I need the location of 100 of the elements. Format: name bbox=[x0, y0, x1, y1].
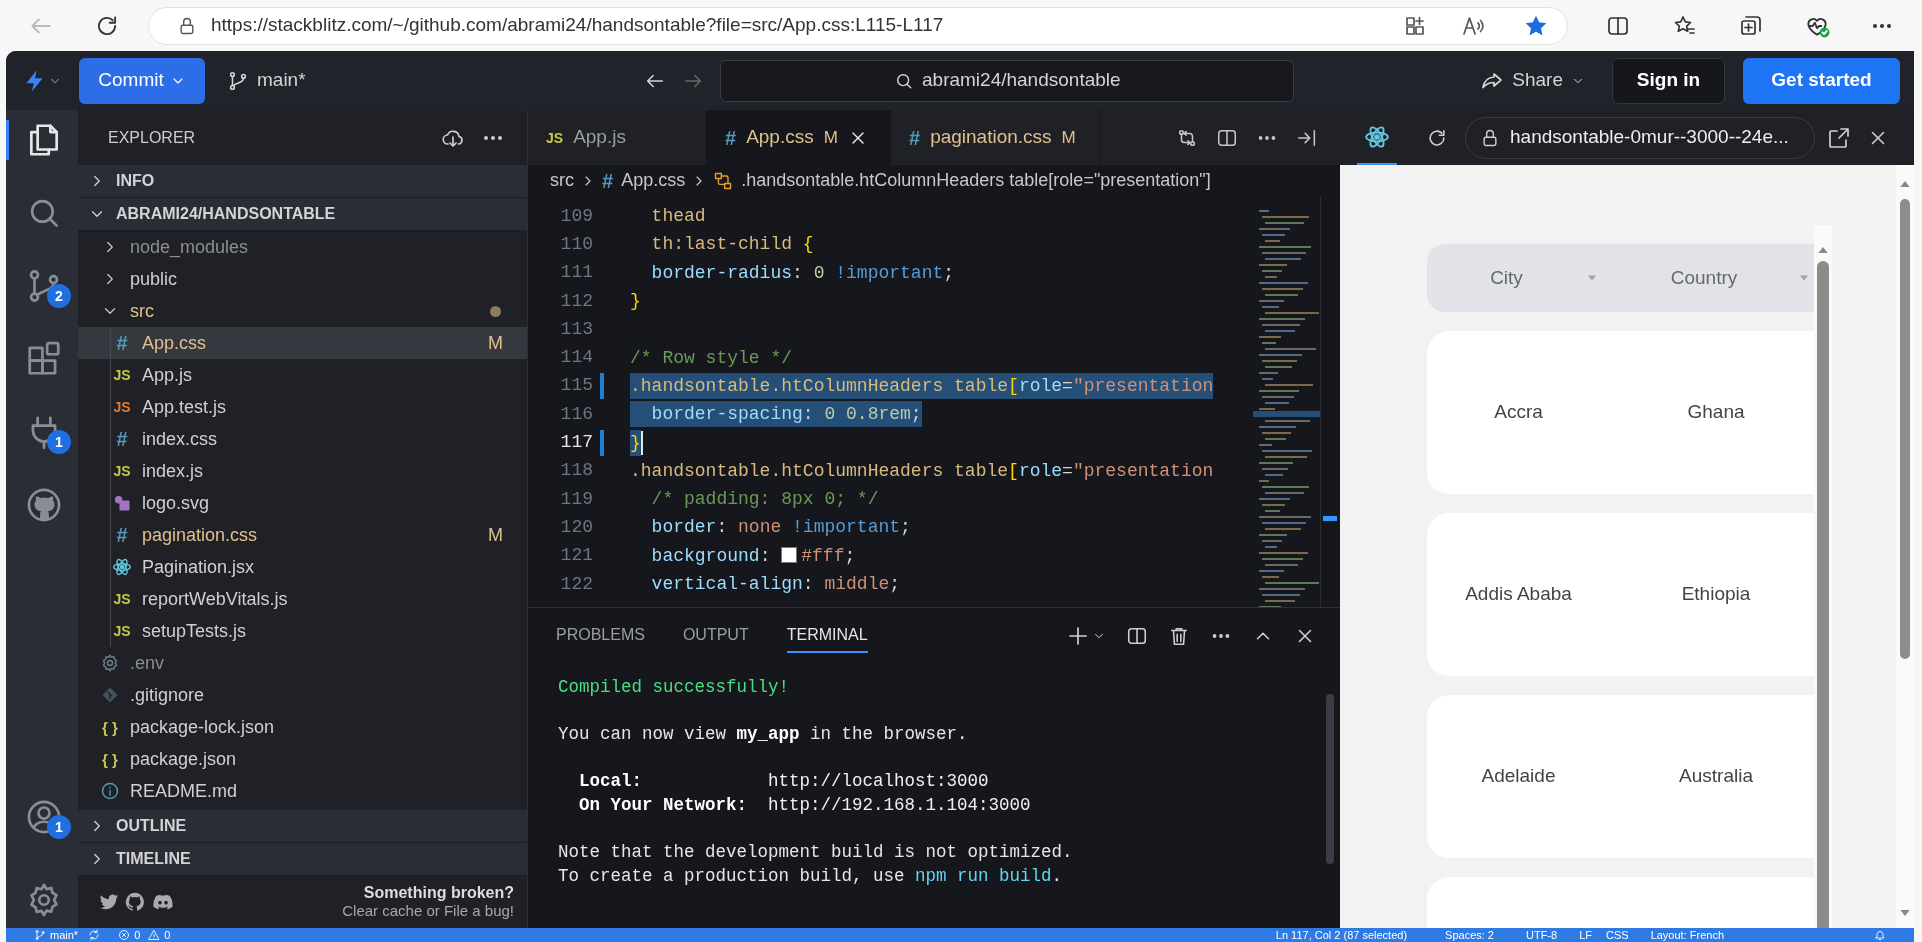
section-header[interactable]: TIMELINE bbox=[78, 843, 527, 876]
source-control-button[interactable]: 2 bbox=[6, 266, 78, 306]
terminal-line: You can now view my_app in the browser. bbox=[558, 723, 969, 747]
file-name: App.css bbox=[142, 331, 207, 355]
file-tree-item[interactable]: JS setupTests.js bbox=[78, 615, 527, 647]
url-text: https://stackblitz.com/~/github.com/abrami24/handsontable?file=src/App.css:L115-L117 bbox=[211, 13, 944, 38]
scrollbar[interactable] bbox=[1326, 694, 1334, 864]
cursor-position[interactable]: Ln 117, Col 2 (87 selected) bbox=[1275, 928, 1408, 942]
new-terminal-button[interactable] bbox=[1066, 624, 1106, 648]
column-header[interactable]: Country bbox=[1610, 244, 1814, 312]
github-icon[interactable] bbox=[124, 891, 146, 913]
file-tree-item[interactable]: Pagination.jsx bbox=[78, 551, 527, 583]
scrollbar[interactable] bbox=[1896, 165, 1914, 928]
file-name: src bbox=[130, 299, 154, 323]
commit-button[interactable]: Commit bbox=[79, 57, 205, 104]
plus-icon bbox=[1066, 624, 1090, 648]
branch-status[interactable]: main* bbox=[34, 928, 79, 942]
split-terminal-icon[interactable] bbox=[1126, 625, 1148, 647]
problems-status[interactable]: 0 0 bbox=[118, 928, 171, 942]
hash-icon: # bbox=[602, 165, 614, 196]
braces-icon: { } bbox=[102, 719, 118, 735]
file-tree-item[interactable]: .gitignore bbox=[78, 679, 527, 711]
collections-icon[interactable] bbox=[1739, 13, 1763, 38]
file-tree-item[interactable]: node_modules bbox=[78, 231, 527, 263]
file-name: .gitignore bbox=[130, 683, 205, 707]
line-number: 113 bbox=[559, 317, 593, 341]
file-tree-item[interactable]: JS reportWebVitals.js bbox=[78, 583, 527, 615]
file-tree-item[interactable]: JS App.js bbox=[78, 359, 527, 391]
line-ending[interactable]: LF bbox=[1579, 928, 1592, 942]
file-tree-item[interactable]: JS App.test.js bbox=[78, 391, 527, 423]
scrollbar[interactable] bbox=[1814, 225, 1832, 928]
info-icon bbox=[100, 781, 120, 801]
sign-in-button[interactable]: Sign in bbox=[1612, 57, 1725, 104]
breadcrumb-item[interactable]: .handsontable.htColumnHeaders table[role="presentation"] bbox=[713, 167, 1211, 194]
keyboard-layout[interactable]: Layout: French bbox=[1650, 928, 1724, 942]
encoding[interactable]: UTF-8 bbox=[1526, 928, 1558, 942]
git-status-label: M bbox=[488, 523, 503, 547]
code-line: .handsontable.htColumnHeaders table[role="presentation bbox=[630, 459, 1214, 483]
trash-icon[interactable] bbox=[1168, 625, 1190, 647]
breadcrumb-item[interactable]: src bbox=[550, 167, 574, 194]
section-header[interactable]: INFO bbox=[78, 165, 527, 198]
file-tree-item[interactable]: # App.css M bbox=[78, 327, 527, 359]
file-tree-item[interactable]: src bbox=[78, 295, 527, 327]
notification-badge: 1 bbox=[47, 815, 71, 839]
editor-tab[interactable]: # App.css M bbox=[707, 110, 891, 165]
address-bar[interactable]: https://stackblitz.com/~/github.com/abrami24/handsontable?file=src/App.css:L115-L117 bbox=[148, 6, 1568, 45]
table-cell-text: Ghana bbox=[1687, 400, 1745, 425]
help-link[interactable]: Clear cache or File a bug! bbox=[342, 902, 514, 920]
share-menu[interactable]: Share bbox=[1480, 66, 1585, 95]
file-tree-item[interactable]: .env bbox=[78, 647, 527, 679]
file-tree-item[interactable]: logo.svg bbox=[78, 487, 527, 519]
image-file-icon bbox=[112, 493, 132, 513]
line-number: 120 bbox=[559, 515, 593, 539]
lock-icon[interactable] bbox=[177, 15, 197, 36]
file-name: package.json bbox=[130, 747, 237, 771]
file-tree-item[interactable]: JS index.js bbox=[78, 455, 527, 487]
panel-tab[interactable]: TERMINAL bbox=[786, 619, 868, 653]
lock-icon bbox=[1480, 127, 1500, 148]
plug-button[interactable]: 1 bbox=[6, 412, 78, 452]
git-status-label: M bbox=[823, 126, 838, 149]
file-name: .env bbox=[130, 651, 165, 675]
table-cell-text: Addis Ababa bbox=[1465, 582, 1572, 607]
breadcrumb-item[interactable]: # App.css bbox=[602, 165, 686, 196]
file-name: reportWebVitals.js bbox=[142, 587, 288, 611]
code-line: vertical-align: middle; bbox=[650, 573, 901, 596]
column-header[interactable]: City bbox=[1427, 244, 1610, 312]
file-tree-item[interactable]: { } package-lock.json bbox=[78, 711, 527, 743]
branch-selector[interactable]: main* bbox=[227, 66, 306, 95]
file-name: package-lock.json bbox=[130, 715, 275, 739]
indentation[interactable]: Spaces: 2 bbox=[1445, 928, 1494, 942]
file-tree-item[interactable]: README.md bbox=[78, 775, 527, 807]
line-number: 112 bbox=[559, 289, 593, 313]
section-header[interactable]: ABRAMI24/HANDSONTABLE bbox=[78, 198, 527, 231]
panel-tab[interactable]: PROBLEMS bbox=[556, 619, 645, 653]
file-tree-item[interactable]: public bbox=[78, 263, 527, 295]
file-tree-item[interactable]: { } package.json bbox=[78, 743, 527, 775]
hash-icon: # bbox=[909, 127, 921, 148]
line-number: 121 bbox=[559, 544, 593, 568]
line-number: 117 bbox=[559, 431, 593, 454]
warning-icon bbox=[148, 929, 161, 941]
account-button[interactable]: 1 bbox=[6, 797, 78, 837]
code-line: } bbox=[630, 290, 641, 314]
open-external-icon[interactable] bbox=[1827, 125, 1851, 150]
git-status-label: M bbox=[488, 331, 503, 355]
file-name: README.md bbox=[130, 779, 237, 803]
panel-tab[interactable]: OUTPUT bbox=[682, 619, 749, 653]
language-mode[interactable]: CSS bbox=[1606, 928, 1629, 942]
file-tree-item[interactable]: # index.css bbox=[78, 423, 527, 455]
file-name: public bbox=[130, 267, 178, 291]
bell-icon[interactable] bbox=[1874, 929, 1886, 941]
file-tree-item[interactable]: # pagination.css M bbox=[78, 519, 527, 551]
search-field[interactable]: abrami24/handsontable bbox=[720, 59, 1295, 102]
file-name: Pagination.jsx bbox=[142, 555, 255, 579]
section-header[interactable]: OUTLINE bbox=[78, 810, 527, 843]
line-number: 115 bbox=[559, 374, 593, 398]
file-name: index.js bbox=[142, 459, 204, 483]
table-cell-text: Adelaide bbox=[1481, 764, 1556, 789]
sync-icon[interactable] bbox=[88, 929, 101, 941]
file-name: App.js bbox=[142, 363, 193, 387]
get-started-button[interactable]: Get started bbox=[1743, 57, 1900, 104]
